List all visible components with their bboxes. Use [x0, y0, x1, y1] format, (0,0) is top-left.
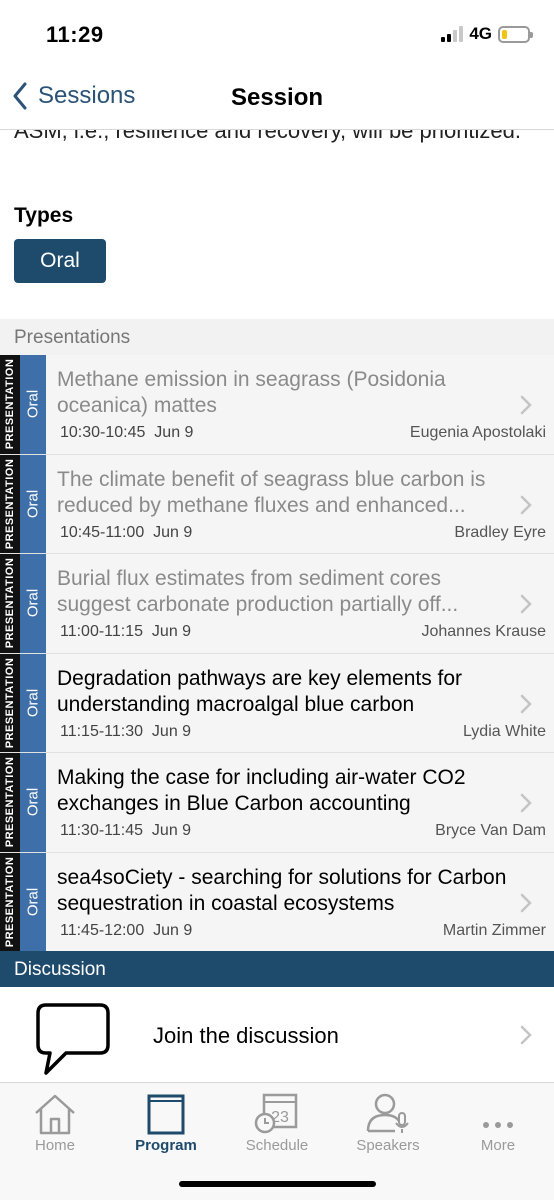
- kind-strip: PRESENTATION: [0, 753, 20, 852]
- type-strip: Oral: [20, 554, 46, 653]
- presentation-time: 11:15-11:30 Jun 9: [60, 722, 192, 740]
- presentation-time: 10:45-11:00 Jun 9: [60, 523, 193, 541]
- presentation-time: 11:00-11:15 Jun 9: [60, 623, 192, 640]
- presentation-speaker: Johannes Krause: [421, 623, 546, 640]
- calendar-icon: 23: [254, 1093, 298, 1134]
- presentations-list: PRESENTATION Oral Methane emission in se…: [0, 355, 554, 952]
- network-label: 4G: [469, 24, 492, 43]
- home-indicator[interactable]: [179, 1181, 376, 1187]
- presentation-title: Making the case for including air-water …: [57, 766, 466, 815]
- tab-speakers[interactable]: Speakers: [333, 1089, 443, 1154]
- type-strip: Oral: [20, 454, 46, 553]
- presentation-row[interactable]: PRESENTATION Oral Making the case for in…: [0, 753, 554, 853]
- presentation-time: 11:30-11:45 Jun 9: [60, 822, 192, 839]
- types-heading: Types: [14, 204, 74, 227]
- kind-strip: PRESENTATION: [0, 653, 20, 752]
- presentation-title: Degradation pathways are key elements fo…: [57, 666, 463, 716]
- type-strip: Oral: [20, 355, 46, 454]
- chevron-right-icon: [520, 1025, 532, 1045]
- presentation-title: sea4soCiety - searching for solutions fo…: [57, 865, 507, 915]
- chevron-right-icon: [520, 694, 532, 713]
- kind-strip: PRESENTATION: [0, 554, 20, 653]
- status-bar: 11:29 4G: [0, 0, 554, 70]
- presentation-title: The climate benefit of seagrass blue car…: [57, 467, 486, 517]
- page-title: Session: [230, 84, 324, 111]
- presentation-speaker: Eugenia Apostolaki: [409, 424, 546, 441]
- tab-more[interactable]: More: [443, 1089, 553, 1154]
- presentation-title: Burial flux estimates from sediment core…: [57, 567, 459, 616]
- presentation-speaker: Bryce Van Dam: [435, 822, 546, 839]
- presentation-row[interactable]: PRESENTATION Oral Methane emission in se…: [0, 355, 554, 455]
- more-icon: [483, 1122, 513, 1128]
- presentation-time: 11:45-12:00 Jun 9: [60, 921, 193, 939]
- chevron-right-icon: [520, 793, 532, 813]
- join-discussion-row[interactable]: Join the discussion: [0, 987, 554, 1083]
- chevron-right-icon: [520, 395, 532, 415]
- status-time: 11:29: [46, 22, 104, 47]
- book-icon: [147, 1094, 185, 1135]
- presentation-title: Methane emission in seagrass (Posidonia …: [57, 368, 446, 417]
- presentation-row[interactable]: PRESENTATION Oral The climate benefit of…: [0, 454, 554, 554]
- type-strip: Oral: [20, 653, 46, 752]
- type-strip: Oral: [20, 753, 46, 852]
- kind-strip: PRESENTATION: [0, 355, 20, 454]
- battery-icon: [498, 25, 533, 43]
- type-badge-oral[interactable]: Oral: [14, 239, 106, 283]
- join-discussion-label: Join the discussion: [153, 1023, 339, 1048]
- chevron-right-icon: [520, 893, 532, 912]
- discussion-header: Discussion: [0, 951, 554, 987]
- presentation-speaker: Lydia White: [463, 722, 546, 740]
- presentation-row[interactable]: PRESENTATION Oral Burial flux estimates …: [0, 554, 554, 654]
- signal-icon: [441, 26, 464, 42]
- presentation-time: 10:30-10:45 Jun 9: [60, 424, 194, 441]
- presentation-speaker: Martin Zimmer: [442, 921, 546, 939]
- nav-bar: Sessions Session: [0, 70, 554, 130]
- status-indicators: 4G: [441, 24, 533, 44]
- presentation-row[interactable]: PRESENTATION Oral Degradation pathways a…: [0, 653, 554, 753]
- chevron-right-icon: [520, 495, 532, 514]
- kind-strip: PRESENTATION: [0, 454, 20, 553]
- chevron-right-icon: [520, 594, 532, 614]
- speaker-icon: [366, 1093, 409, 1133]
- presentation-row[interactable]: PRESENTATION Oral sea4soCiety - searchin…: [0, 852, 554, 952]
- kind-strip: PRESENTATION: [0, 852, 20, 951]
- presentation-speaker: Bradley Eyre: [454, 523, 546, 541]
- speech-bubble-icon: [36, 1003, 110, 1075]
- tab-home[interactable]: Home: [0, 1089, 110, 1154]
- tab-program[interactable]: Program: [111, 1089, 221, 1154]
- home-icon: [35, 1094, 75, 1135]
- type-strip: Oral: [20, 852, 46, 951]
- tab-schedule[interactable]: 23 Schedule: [222, 1089, 332, 1154]
- presentations-header: Presentations: [0, 319, 554, 355]
